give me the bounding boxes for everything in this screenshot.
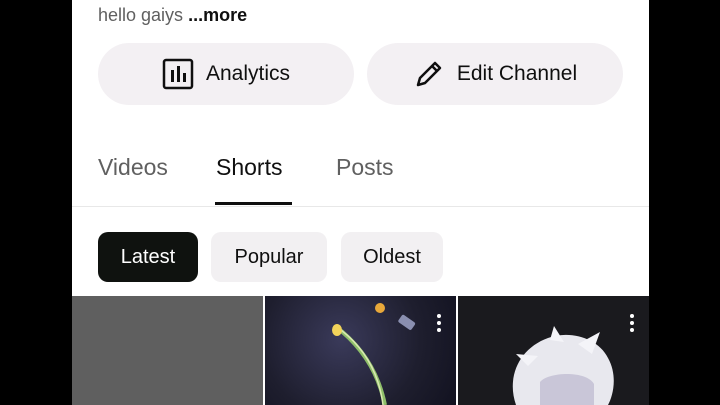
tab-videos[interactable]: Videos [98, 154, 168, 181]
edit-channel-button[interactable]: Edit Channel [367, 43, 623, 105]
active-tab-indicator [215, 202, 292, 205]
thumbnail-image [512, 326, 614, 405]
short-thumbnail[interactable] [458, 296, 649, 405]
analytics-icon [162, 58, 194, 90]
filter-oldest[interactable]: Oldest [341, 232, 443, 282]
filter-popular[interactable]: Popular [211, 232, 327, 282]
more-vertical-icon[interactable] [629, 314, 635, 334]
channel-screen: hello gaiys ...more Analytics Edit Chann… [72, 0, 649, 405]
short-thumbnail[interactable] [265, 296, 456, 405]
description-text: hello gaiys [98, 5, 184, 25]
edit-channel-label: Edit Channel [456, 62, 578, 85]
tab-shorts[interactable]: Shorts [216, 154, 282, 181]
analytics-label: Analytics [205, 62, 291, 85]
tab-posts[interactable]: Posts [336, 154, 394, 181]
short-thumbnail[interactable] [72, 296, 263, 405]
thumbnail-image [332, 303, 416, 405]
pencil-icon [413, 58, 445, 90]
channel-tabs: Videos Shorts Posts [72, 140, 649, 207]
more-link[interactable]: ...more [188, 5, 247, 25]
more-vertical-icon[interactable] [436, 314, 442, 334]
channel-description[interactable]: hello gaiys ...more [98, 5, 247, 26]
filter-latest[interactable]: Latest [98, 232, 198, 282]
analytics-button[interactable]: Analytics [98, 43, 354, 105]
